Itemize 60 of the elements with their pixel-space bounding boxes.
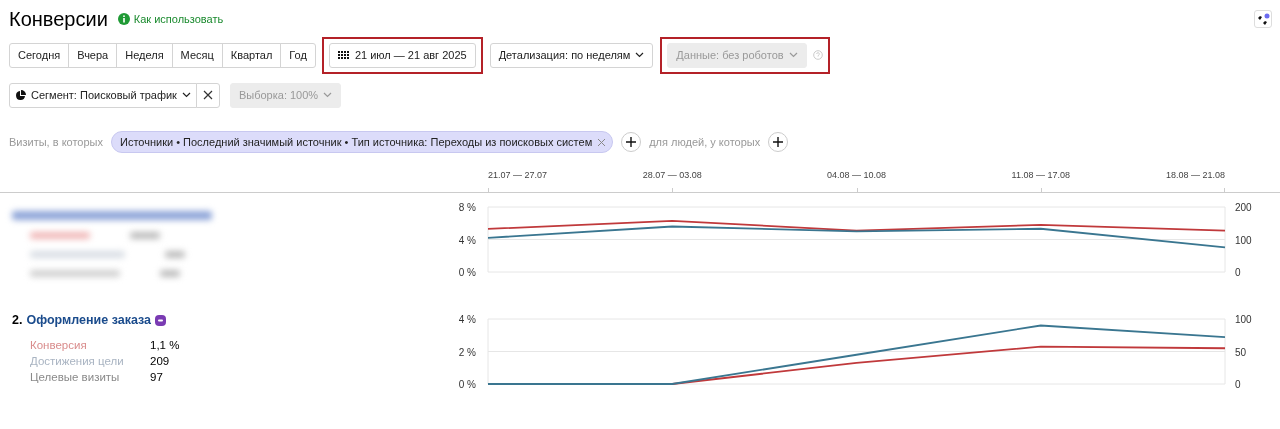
- segment-dropdown[interactable]: Сегмент: Поисковый трафик: [9, 82, 197, 108]
- close-icon[interactable]: [597, 137, 607, 147]
- period-label: 04.08 — 10.08: [827, 170, 886, 180]
- plus-icon: [626, 137, 637, 147]
- blurred-text: [165, 251, 185, 258]
- quote-icon: [1256, 12, 1270, 26]
- metric-label: Конверсия: [30, 339, 88, 351]
- period-label: 21.07 — 27.07: [488, 170, 548, 180]
- period-button[interactable]: Вчера: [68, 42, 118, 68]
- period-label: 28.07 — 03.08: [642, 170, 702, 180]
- metric-label: Целевые визиты: [30, 371, 121, 383]
- axis-label: 8 %: [458, 202, 476, 213]
- pie-chart-icon: [15, 89, 26, 101]
- period-label: 18.08 — 21.08: [1165, 170, 1225, 180]
- caret-icon: [181, 92, 191, 98]
- metric-label: Достижения цели: [30, 355, 125, 367]
- metric-value: 209: [150, 355, 171, 367]
- filter-chip[interactable]: Источники • Последний значимый источник • Тип источника: Переходы из поисковых систем: [111, 131, 614, 153]
- period-button[interactable]: Год: [280, 42, 316, 68]
- axis-label: 0: [1235, 379, 1241, 390]
- calendar-icon: [337, 50, 350, 60]
- help-link[interactable]: Как использовать: [133, 13, 224, 25]
- axis-label: 0: [1235, 267, 1241, 278]
- period-button[interactable]: Неделя: [116, 42, 173, 68]
- period-label: 11.08 — 17.08: [1011, 170, 1070, 180]
- close-icon: [202, 90, 213, 100]
- close-button[interactable]: [195, 82, 220, 108]
- filter-label: Визиты, в которых: [9, 136, 103, 148]
- period-button[interactable]: Месяц: [171, 42, 223, 68]
- axis-label: 0 %: [458, 267, 476, 278]
- page-title: Конверсии: [9, 7, 108, 31]
- goal-name[interactable]: Оформление заказа: [26, 313, 152, 327]
- detail-dropdown[interactable]: Детализация: по неделям: [489, 42, 654, 68]
- metric-value: 97: [150, 371, 164, 383]
- info-icon: [117, 13, 130, 25]
- period-button[interactable]: Квартал: [221, 42, 282, 68]
- date-range-button[interactable]: 21 июл — 21 авг 2025: [328, 42, 476, 68]
- axis-label: 100: [1235, 234, 1252, 246]
- period-button[interactable]: Сегодня: [9, 42, 70, 68]
- add-button[interactable]: [621, 132, 642, 152]
- axis-label: 0 %: [458, 379, 476, 390]
- caret-icon: [788, 52, 798, 58]
- filter-label: для людей, у которых: [649, 136, 761, 148]
- blurred-text: [130, 232, 160, 239]
- add-button[interactable]: [768, 132, 789, 152]
- badge-icon: [155, 314, 167, 326]
- widget-button[interactable]: [1254, 10, 1272, 28]
- metric-value: 1,1 %: [150, 339, 181, 351]
- axis-label: 4 %: [458, 314, 476, 325]
- blurred-text: [30, 232, 90, 239]
- caret-icon: [323, 92, 333, 98]
- axis-label: 200: [1235, 202, 1252, 213]
- axis-label: 2 %: [458, 346, 476, 358]
- blurred-text: [160, 270, 180, 277]
- axis-label: 100: [1235, 314, 1252, 325]
- plus-icon: [773, 137, 784, 147]
- axis-label: 50: [1235, 346, 1247, 358]
- axis-label: 4 %: [458, 234, 476, 246]
- caret-icon: [635, 52, 645, 58]
- goal-number: 2.: [12, 313, 23, 327]
